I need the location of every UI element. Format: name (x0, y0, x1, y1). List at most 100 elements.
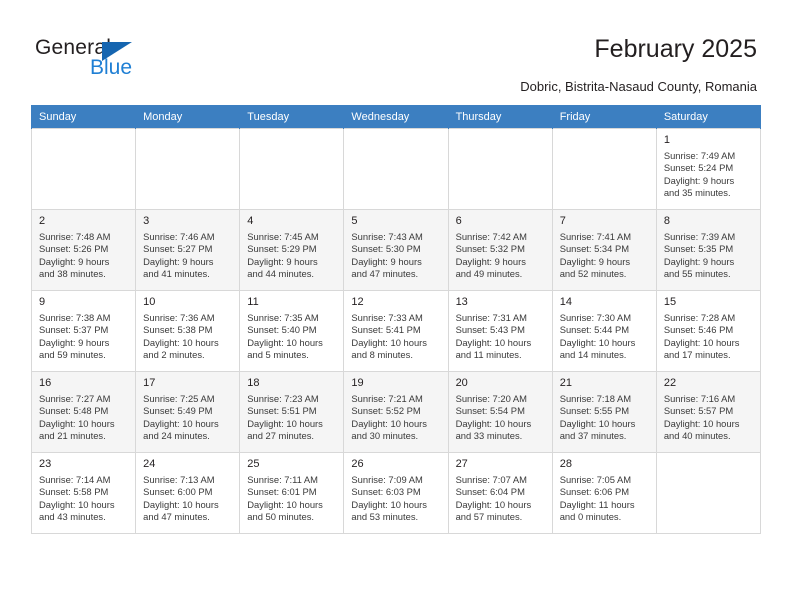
weekday-header-saturday: Saturday (655, 105, 762, 129)
calendar-day-cell[interactable]: 23 Sunrise: 7:14 AM Sunset: 5:58 PM Dayli… (30, 452, 137, 534)
calendar-day-cell[interactable]: 6 Sunrise: 7:42 AM Sunset: 5:32 PM Daylig… (447, 209, 553, 291)
month-calendar: Sunday Monday Tuesday Wednesday Thursday… (30, 105, 762, 534)
day-number: 16 (39, 377, 52, 389)
day-number: 21 (559, 377, 572, 389)
calendar-day-cell[interactable]: 14 Sunrise: 7:30 AM Sunset: 5:44 PM Dayli… (551, 290, 657, 372)
calendar-day-cell[interactable]: 1 Sunrise: 7:49 AM Sunset: 5:24 PM Daylig… (655, 128, 762, 210)
calendar-day-cell[interactable]: 12 Sunrise: 7:33 AM Sunset: 5:41 PM Dayli… (343, 290, 449, 372)
day-sun-info: Sunrise: 7:18 AM Sunset: 5:55 PM Dayligh… (559, 393, 636, 442)
general-blue-logo[interactable]: General Blue (35, 36, 235, 86)
day-sun-info: Sunrise: 7:31 AM Sunset: 5:43 PM Dayligh… (455, 312, 532, 361)
calendar-day-cell (655, 452, 762, 534)
day-sun-info: Sunrise: 7:38 AM Sunset: 5:37 PM Dayligh… (39, 312, 111, 361)
day-sun-info: Sunrise: 7:25 AM Sunset: 5:49 PM Dayligh… (143, 393, 219, 442)
calendar-day-cell (239, 128, 345, 210)
day-sun-info: Sunrise: 7:28 AM Sunset: 5:46 PM Dayligh… (663, 312, 740, 361)
calendar-day-cell[interactable]: 17 Sunrise: 7:25 AM Sunset: 5:49 PM Dayli… (135, 371, 241, 453)
calendar-day-cell (343, 128, 449, 210)
day-sun-info: Sunrise: 7:48 AM Sunset: 5:26 PM Dayligh… (39, 231, 111, 280)
calendar-day-cell (30, 128, 137, 210)
day-sun-info: Sunrise: 7:36 AM Sunset: 5:38 PM Dayligh… (143, 312, 219, 361)
day-number: 1 (663, 134, 670, 146)
calendar-week-row: 1 Sunrise: 7:49 AM Sunset: 5:24 PM Daylig… (30, 128, 762, 210)
day-number: 24 (143, 458, 156, 470)
day-number: 3 (143, 215, 150, 227)
page-header: General Blue February 2025 Dobric, Bistr… (0, 0, 792, 104)
day-sun-info: Sunrise: 7:30 AM Sunset: 5:44 PM Dayligh… (559, 312, 636, 361)
calendar-day-cell (447, 128, 553, 210)
day-number: 26 (351, 458, 364, 470)
calendar-day-cell[interactable]: 22 Sunrise: 7:16 AM Sunset: 5:57 PM Dayli… (655, 371, 762, 453)
page-subtitle: Dobric, Bistrita-Nasaud County, Romania (520, 79, 757, 94)
day-sun-info: Sunrise: 7:39 AM Sunset: 5:35 PM Dayligh… (663, 231, 736, 280)
weekday-header-monday: Monday (135, 105, 241, 129)
day-number: 4 (247, 215, 254, 227)
day-number: 14 (559, 296, 572, 308)
calendar-day-cell[interactable]: 24 Sunrise: 7:13 AM Sunset: 6:00 PM Dayli… (135, 452, 241, 534)
calendar-day-cell[interactable]: 13 Sunrise: 7:31 AM Sunset: 5:43 PM Dayli… (447, 290, 553, 372)
calendar-day-cell[interactable]: 11 Sunrise: 7:35 AM Sunset: 5:40 PM Dayli… (239, 290, 345, 372)
day-number: 27 (455, 458, 468, 470)
calendar-day-cell[interactable]: 27 Sunrise: 7:07 AM Sunset: 6:04 PM Dayli… (447, 452, 553, 534)
calendar-day-cell[interactable]: 28 Sunrise: 7:05 AM Sunset: 6:06 PM Dayli… (551, 452, 657, 534)
logo-text-blue: Blue (90, 56, 133, 79)
day-sun-info: Sunrise: 7:23 AM Sunset: 5:51 PM Dayligh… (247, 393, 323, 442)
day-sun-info: Sunrise: 7:35 AM Sunset: 5:40 PM Dayligh… (247, 312, 323, 361)
calendar-day-cell (551, 128, 657, 210)
calendar-page: General Blue February 2025 Dobric, Bistr… (0, 0, 792, 612)
day-number: 7 (559, 215, 566, 227)
calendar-week-row: 9 Sunrise: 7:38 AM Sunset: 5:37 PM Daylig… (30, 290, 762, 372)
day-number: 5 (351, 215, 358, 227)
day-sun-info: Sunrise: 7:05 AM Sunset: 6:06 PM Dayligh… (559, 474, 635, 523)
calendar-day-cell[interactable]: 16 Sunrise: 7:27 AM Sunset: 5:48 PM Dayli… (30, 371, 137, 453)
day-number: 19 (351, 377, 364, 389)
day-sun-info: Sunrise: 7:09 AM Sunset: 6:03 PM Dayligh… (351, 474, 427, 523)
day-sun-info: Sunrise: 7:27 AM Sunset: 5:48 PM Dayligh… (39, 393, 115, 442)
day-sun-info: Sunrise: 7:46 AM Sunset: 5:27 PM Dayligh… (143, 231, 215, 280)
page-title: February 2025 (594, 35, 757, 63)
calendar-day-cell[interactable]: 7 Sunrise: 7:41 AM Sunset: 5:34 PM Daylig… (551, 209, 657, 291)
calendar-day-cell[interactable]: 20 Sunrise: 7:20 AM Sunset: 5:54 PM Dayli… (447, 371, 553, 453)
day-number: 10 (143, 296, 156, 308)
day-number: 12 (351, 296, 364, 308)
calendar-day-cell[interactable]: 8 Sunrise: 7:39 AM Sunset: 5:35 PM Daylig… (655, 209, 762, 291)
calendar-day-cell[interactable]: 4 Sunrise: 7:45 AM Sunset: 5:29 PM Daylig… (239, 209, 345, 291)
calendar-day-cell[interactable]: 21 Sunrise: 7:18 AM Sunset: 5:55 PM Dayli… (551, 371, 657, 453)
day-number: 8 (663, 215, 670, 227)
calendar-day-cell[interactable]: 26 Sunrise: 7:09 AM Sunset: 6:03 PM Dayli… (343, 452, 449, 534)
day-number: 9 (39, 296, 46, 308)
day-sun-info: Sunrise: 7:49 AM Sunset: 5:24 PM Dayligh… (663, 150, 736, 199)
weekday-header-sunday: Sunday (30, 105, 137, 129)
day-sun-info: Sunrise: 7:07 AM Sunset: 6:04 PM Dayligh… (455, 474, 532, 523)
calendar-day-cell[interactable]: 2 Sunrise: 7:48 AM Sunset: 5:26 PM Daylig… (30, 209, 137, 291)
calendar-day-cell[interactable]: 18 Sunrise: 7:23 AM Sunset: 5:51 PM Dayli… (239, 371, 345, 453)
day-number: 17 (143, 377, 156, 389)
calendar-day-cell[interactable]: 15 Sunrise: 7:28 AM Sunset: 5:46 PM Dayli… (655, 290, 762, 372)
calendar-day-cell (135, 128, 241, 210)
weekday-header-thursday: Thursday (447, 105, 553, 129)
day-number: 15 (663, 296, 677, 308)
day-sun-info: Sunrise: 7:43 AM Sunset: 5:30 PM Dayligh… (351, 231, 423, 280)
calendar-day-cell[interactable]: 5 Sunrise: 7:43 AM Sunset: 5:30 PM Daylig… (343, 209, 449, 291)
day-number: 28 (559, 458, 572, 470)
calendar-week-row: 23 Sunrise: 7:14 AM Sunset: 5:58 PM Dayli… (30, 452, 762, 534)
calendar-day-cell[interactable]: 19 Sunrise: 7:21 AM Sunset: 5:52 PM Dayli… (343, 371, 449, 453)
day-number: 20 (455, 377, 468, 389)
day-sun-info: Sunrise: 7:21 AM Sunset: 5:52 PM Dayligh… (351, 393, 427, 442)
day-sun-info: Sunrise: 7:42 AM Sunset: 5:32 PM Dayligh… (455, 231, 527, 280)
day-sun-info: Sunrise: 7:14 AM Sunset: 5:58 PM Dayligh… (39, 474, 115, 523)
day-sun-info: Sunrise: 7:33 AM Sunset: 5:41 PM Dayligh… (351, 312, 427, 361)
day-number: 22 (663, 377, 677, 389)
day-sun-info: Sunrise: 7:45 AM Sunset: 5:29 PM Dayligh… (247, 231, 319, 280)
calendar-day-cell[interactable]: 9 Sunrise: 7:38 AM Sunset: 5:37 PM Daylig… (30, 290, 137, 372)
weekday-header-wednesday: Wednesday (343, 105, 449, 129)
weekday-header-friday: Friday (551, 105, 657, 129)
day-number: 13 (455, 296, 468, 308)
day-number: 11 (247, 296, 259, 308)
calendar-day-cell[interactable]: 25 Sunrise: 7:11 AM Sunset: 6:01 PM Dayli… (239, 452, 345, 534)
calendar-day-cell[interactable]: 3 Sunrise: 7:46 AM Sunset: 5:27 PM Daylig… (135, 209, 241, 291)
day-sun-info: Sunrise: 7:16 AM Sunset: 5:57 PM Dayligh… (663, 393, 740, 442)
day-number: 6 (455, 215, 462, 227)
weekday-header-row: Sunday Monday Tuesday Wednesday Thursday… (30, 105, 762, 129)
calendar-day-cell[interactable]: 10 Sunrise: 7:36 AM Sunset: 5:38 PM Dayli… (135, 290, 241, 372)
